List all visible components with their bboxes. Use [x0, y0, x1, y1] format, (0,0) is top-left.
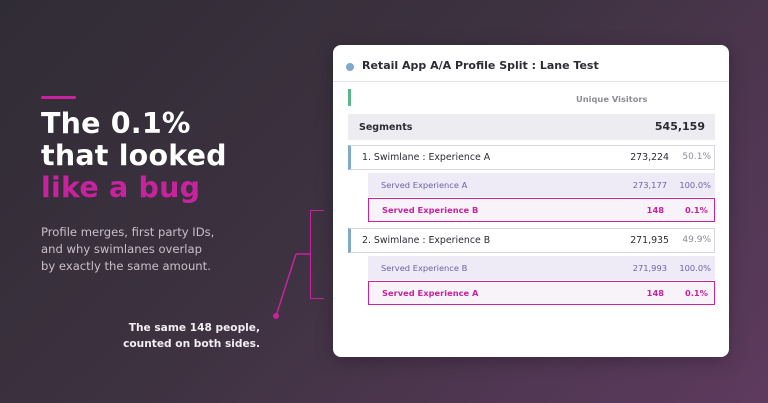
metric-indicator — [348, 89, 351, 106]
report-card-header: Retail App A/A Profile Split : Lane Test — [333, 45, 729, 82]
overlap-label: Served Experience A — [382, 288, 479, 298]
swimlane-percent: 49.9% — [682, 235, 711, 245]
report-title: Retail App A/A Profile Split : Lane Test — [362, 59, 599, 72]
swimlane-row-a[interactable]: 1. Swimlane : Experience A 273,224 50.1% — [348, 145, 715, 170]
report-card: Retail App A/A Profile Split : Lane Test… — [333, 45, 729, 357]
callout-line-1: The same 148 people, — [128, 322, 260, 334]
report-dot-icon — [346, 63, 354, 71]
overlap-row-a-b[interactable]: Served Experience B 148 0.1% — [368, 198, 715, 222]
swimlane-row-b[interactable]: 2. Swimlane : Experience B 271,935 49.9% — [348, 228, 715, 253]
segments-label: Segments — [359, 122, 413, 133]
swimlane-percent: 50.1% — [682, 152, 711, 162]
served-label: Served Experience A — [381, 180, 468, 190]
overlap-percent: 0.1% — [684, 205, 708, 215]
swimlane-count: 273,224 — [630, 152, 669, 163]
callout-line-2: counted on both sides. — [123, 338, 260, 350]
overlap-label: Served Experience B — [382, 205, 479, 215]
connector-dot — [273, 313, 279, 319]
overlap-row-b-a[interactable]: Served Experience A 148 0.1% — [368, 281, 715, 305]
callout-text: The same 148 people, counted on both sid… — [112, 320, 260, 352]
overlap-count: 148 — [646, 205, 664, 215]
served-row-b-b[interactable]: Served Experience B 271,993 100.0% — [368, 256, 715, 280]
served-percent: 100.0% — [679, 263, 711, 273]
segments-row: Segments 545,159 — [348, 114, 715, 140]
served-row-a-a[interactable]: Served Experience A 273,177 100.0% — [368, 173, 715, 197]
swimlane-label: 2. Swimlane : Experience B — [362, 235, 491, 246]
swimlane-label: 1. Swimlane : Experience A — [362, 152, 491, 163]
served-percent: 100.0% — [679, 180, 711, 190]
overlap-count: 148 — [646, 288, 664, 298]
overlap-percent: 0.1% — [684, 288, 708, 298]
metric-column-header: Unique Visitors — [576, 94, 648, 104]
served-count: 273,177 — [632, 180, 667, 190]
swimlane-count: 271,935 — [630, 235, 669, 246]
connector-line — [275, 253, 297, 317]
served-label: Served Experience B — [381, 263, 468, 273]
served-count: 271,993 — [632, 263, 667, 273]
segments-total: 545,159 — [654, 120, 705, 133]
